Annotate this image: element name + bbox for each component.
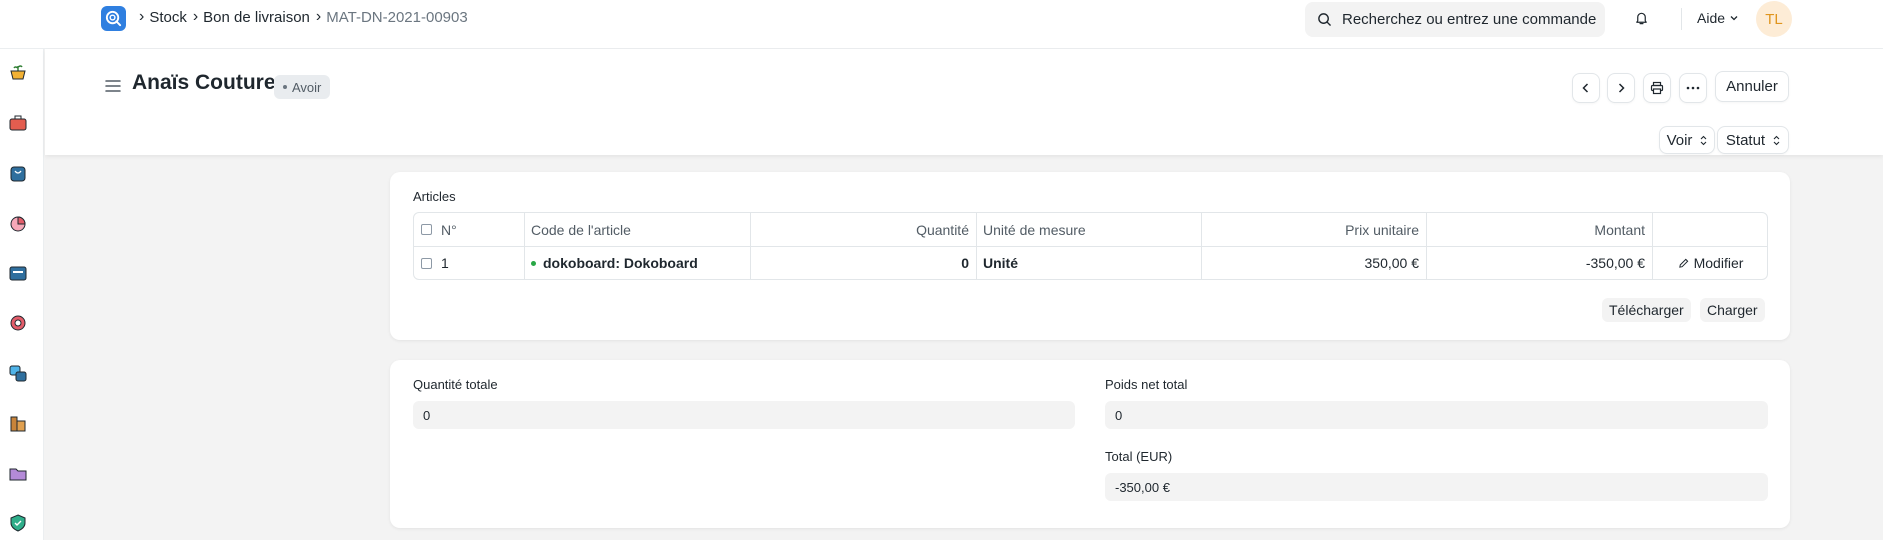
more-horizontal-icon xyxy=(1686,86,1700,90)
column-header-no-label: N° xyxy=(441,221,457,238)
inbox-icon[interactable] xyxy=(8,263,28,283)
top-navbar: › Stock › Bon de livraison › MAT-DN-2021… xyxy=(0,0,1883,49)
status-select-label: Statut xyxy=(1725,131,1766,149)
total-qty-label: Quantité totale xyxy=(413,377,498,392)
building-icon[interactable] xyxy=(8,413,28,433)
row-item-code: dokoboard: Dokoboard xyxy=(543,255,698,271)
total-net-weight-field[interactable]: 0 xyxy=(1105,401,1768,429)
upload-button[interactable]: Charger xyxy=(1700,298,1765,322)
row-quantity[interactable]: 0 xyxy=(750,247,976,279)
download-button[interactable]: Télécharger xyxy=(1602,298,1691,322)
select-all-checkbox[interactable] xyxy=(421,224,432,235)
breadcrumb-delivery-note[interactable]: Bon de livraison xyxy=(203,9,310,26)
breadcrumb-current: MAT-DN-2021-00903 xyxy=(326,8,468,26)
status-dot-icon xyxy=(283,85,287,89)
view-select-label: Voir xyxy=(1666,131,1693,149)
total-label: Total (EUR) xyxy=(1105,449,1173,464)
row-item-code-cell[interactable]: dokoboard: Dokoboard xyxy=(524,247,750,279)
chevron-left-icon xyxy=(1582,83,1589,93)
column-header-no: N° xyxy=(414,213,524,246)
status-select[interactable]: Statut xyxy=(1717,126,1789,154)
row-no: 1 xyxy=(441,255,449,271)
plant-pot-icon[interactable] xyxy=(8,63,28,83)
row-no-cell: 1 xyxy=(414,247,524,279)
column-header-uom: Unité de mesure xyxy=(983,221,1086,238)
column-divider xyxy=(524,213,525,279)
edit-row-label: Modifier xyxy=(1693,255,1744,271)
status-badge-label: Avoir xyxy=(292,79,322,95)
help-label: Aide xyxy=(1697,10,1726,26)
breadcrumb: › Stock › Bon de livraison › MAT-DN-2021… xyxy=(139,8,468,26)
search-placeholder: Recherchez ou entrez une commande xyxy=(1342,11,1597,28)
column-divider xyxy=(1652,213,1653,279)
notification-bell-icon[interactable] xyxy=(1634,10,1649,29)
total-field[interactable]: -350,00 € xyxy=(1105,473,1768,501)
toolbox-icon[interactable] xyxy=(8,113,28,133)
row-amount[interactable]: -350,00 € xyxy=(1426,247,1652,279)
edit-row-button[interactable]: Modifier xyxy=(1652,247,1769,279)
shopping-bag-icon[interactable] xyxy=(8,163,28,183)
column-divider xyxy=(1426,213,1427,279)
chevron-updown-icon xyxy=(1701,135,1707,145)
nav-divider xyxy=(1681,8,1682,30)
column-header-item-code: Code de l'article xyxy=(531,221,631,238)
avatar[interactable]: TL xyxy=(1756,1,1792,37)
table-header: N° Code de l'article Quantité Unité de m… xyxy=(414,213,1767,247)
column-divider xyxy=(750,213,751,279)
print-button[interactable] xyxy=(1643,73,1671,103)
menu-toggle-icon[interactable] xyxy=(105,79,121,96)
support-icon[interactable] xyxy=(8,313,28,333)
total-qty-field[interactable]: 0 xyxy=(413,401,1075,429)
search-input[interactable]: Recherchez ou entrez une commande xyxy=(1305,2,1605,37)
status-dot-icon xyxy=(531,260,536,266)
chevron-updown-icon xyxy=(1773,135,1780,145)
breadcrumb-stock[interactable]: Stock xyxy=(149,9,187,26)
totals-card: Quantité totale 0 Poids net total 0 Tota… xyxy=(390,360,1790,528)
items-section-label: Articles xyxy=(413,189,456,204)
column-divider xyxy=(1201,213,1202,279)
layers-icon[interactable] xyxy=(8,363,28,383)
next-doc-button[interactable] xyxy=(1607,73,1635,103)
chevron-right-icon xyxy=(1618,83,1625,93)
row-rate[interactable]: 350,00 € xyxy=(1201,247,1426,279)
chevron-right-icon: › xyxy=(192,8,199,25)
pencil-icon xyxy=(1678,258,1688,268)
help-dropdown[interactable]: Aide xyxy=(1697,10,1739,26)
chevron-right-icon: › xyxy=(315,8,322,25)
status-badge: Avoir xyxy=(274,75,331,99)
cancel-button[interactable]: Annuler xyxy=(1715,71,1789,102)
total-net-weight-label: Poids net total xyxy=(1105,377,1188,392)
chevron-right-icon: › xyxy=(139,8,145,25)
shield-icon[interactable] xyxy=(8,513,28,533)
printer-icon xyxy=(1650,81,1664,95)
sidebar xyxy=(0,49,44,540)
chevron-down-icon xyxy=(1730,16,1738,21)
row-uom[interactable]: Unité xyxy=(976,247,1201,279)
page-title: Anaïs Couture xyxy=(132,71,276,94)
items-table: N° Code de l'article Quantité Unité de m… xyxy=(413,212,1768,280)
items-card: Articles N° Code de l'article Quantité U… xyxy=(390,172,1790,340)
column-header-amount: Montant xyxy=(1594,221,1645,238)
row-checkbox[interactable] xyxy=(421,257,432,269)
more-actions-button[interactable] xyxy=(1679,73,1707,103)
pie-chart-icon[interactable] xyxy=(8,213,28,233)
column-header-rate: Prix unitaire xyxy=(1345,221,1419,238)
folder-icon[interactable] xyxy=(8,463,28,483)
search-icon xyxy=(1318,13,1331,26)
page-header: Anaïs Couture Avoir Annuler Voir Statut xyxy=(45,49,1883,155)
column-divider xyxy=(976,213,977,279)
column-header-quantity: Quantité xyxy=(916,221,969,238)
table-row[interactable]: 1 dokoboard: Dokoboard 0 Unité 350,00 € … xyxy=(414,247,1767,279)
view-select[interactable]: Voir xyxy=(1659,126,1715,154)
previous-doc-button[interactable] xyxy=(1572,73,1600,103)
app-logo-icon[interactable] xyxy=(101,6,126,31)
